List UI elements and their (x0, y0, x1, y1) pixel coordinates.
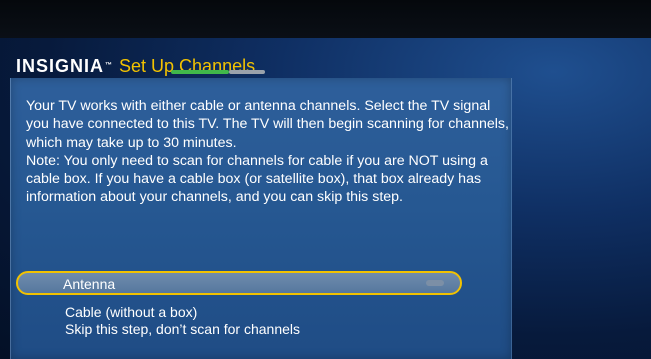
option-cable[interactable]: Cable (without a box) (65, 304, 197, 320)
instructions-note: Note: You only need to scan for channels… (26, 152, 488, 206)
trademark-mark: ™ (105, 62, 114, 69)
accent-green-segment (171, 70, 229, 74)
option-antenna-label: Antenna (63, 276, 116, 292)
title-accent-bar (171, 70, 265, 74)
instructions-paragraph-1: Your TV works with either cable or anten… (26, 98, 509, 151)
option-skip[interactable]: Skip this step, don’t scan for channels (65, 321, 300, 337)
accent-gray-segment (229, 70, 265, 74)
selection-arrow-icon (426, 280, 444, 286)
top-bar (0, 0, 651, 38)
instructions-text: Your TV works with either cable or anten… (26, 97, 510, 207)
brand-name: INSIGNIA (16, 56, 105, 76)
option-antenna[interactable]: Antenna (16, 271, 462, 295)
insignia-logo: INSIGNIA™ (16, 56, 113, 76)
